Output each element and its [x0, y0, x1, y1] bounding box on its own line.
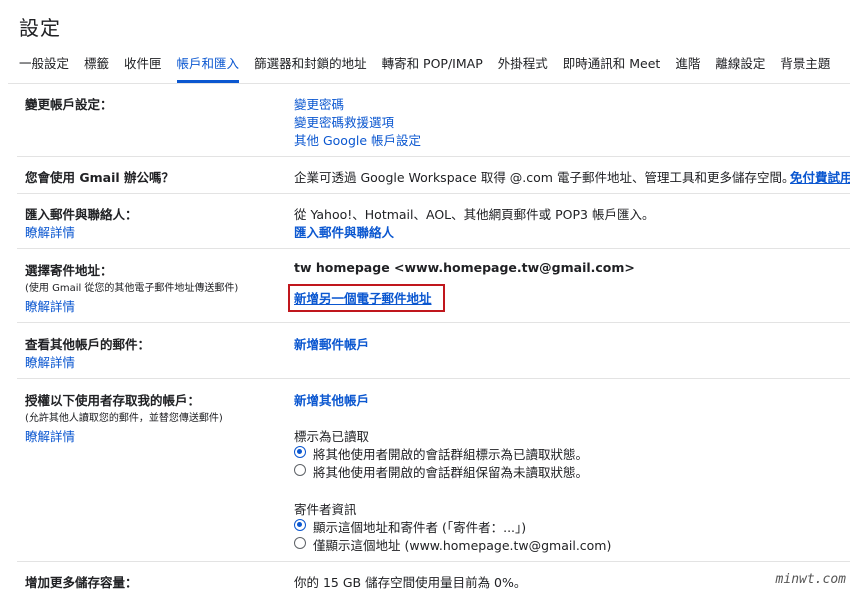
row-divider	[17, 156, 850, 157]
row-divider	[17, 378, 850, 379]
mark-read-option-1: 將其他使用者開啟的會話群組標示為已讀取狀態。	[313, 447, 589, 462]
check-mail-learn-more-link[interactable]: 瞭解詳情	[25, 352, 75, 371]
mark-read-radio-2[interactable]	[294, 464, 306, 476]
add-mail-account-link[interactable]: 新增郵件帳戶	[294, 334, 369, 353]
import-mail-contacts-link[interactable]: 匯入郵件與聯絡人	[294, 222, 394, 241]
page-title: 設定	[19, 16, 61, 40]
tab-inbox[interactable]: 收件匣	[124, 53, 162, 83]
change-account-label: 變更帳戶設定：	[25, 97, 113, 112]
grant-access-sublabel: (允許其他人讀取您的郵件，並替您傳送郵件)	[25, 413, 223, 424]
mark-read-title: 標示為已讀取	[294, 429, 370, 444]
check-mail-label: 查看其他帳戶的郵件：	[25, 337, 151, 352]
import-text: 從 Yahoo!、Hotmail、AOL、其他網頁郵件或 POP3 帳戶匯入。	[294, 207, 655, 222]
send-as-label: 選擇寄件地址：	[25, 263, 113, 278]
tab-filters[interactable]: 篩選器和封鎖的地址	[254, 53, 367, 83]
tab-general[interactable]: 一般設定	[19, 53, 69, 83]
workspace-text: 企業可透過 Google Workspace 取得 @.com 電子郵件地址、管…	[294, 170, 795, 185]
watermark: minwt.com	[775, 572, 846, 587]
sender-info-radio-1[interactable]	[294, 519, 306, 531]
send-as-learn-more-link[interactable]: 瞭解詳情	[25, 296, 75, 315]
send-as-sublabel: (使用 Gmail 從您的其他電子郵件地址傳送郵件)	[25, 283, 239, 294]
tab-chat-and-meet[interactable]: 即時通訊和 Meet	[563, 53, 661, 83]
grant-access-learn-more-link[interactable]: 瞭解詳情	[25, 426, 75, 445]
change-recovery-link[interactable]: 變更密碼救援選項	[294, 112, 394, 131]
google-account-settings-link[interactable]: 其他 Google 帳戶設定	[294, 130, 421, 149]
grant-access-label: 授權以下使用者存取我的帳戶：	[25, 393, 201, 408]
change-password-link[interactable]: 變更密碼	[294, 94, 344, 113]
tab-labels[interactable]: 標籤	[84, 53, 109, 83]
add-another-account-link[interactable]: 新增其他帳戶	[294, 390, 369, 409]
tab-advanced[interactable]: 進階	[675, 53, 700, 83]
settings-tabs: 一般設定 標籤 收件匣 帳戶和匯入 篩選器和封鎖的地址 轉寄和 POP/IMAP…	[19, 53, 845, 83]
row-divider	[17, 322, 850, 323]
sender-info-radio-2[interactable]	[294, 537, 306, 549]
sender-info-option-2: 僅顯示這個地址 (www.homepage.tw@gmail.com)	[313, 538, 612, 553]
sender-info-title: 寄件者資訊	[294, 502, 357, 517]
tabs-divider	[8, 83, 850, 84]
storage-label: 增加更多儲存容量：	[25, 575, 138, 590]
add-email-address-link[interactable]: 新增另一個電子郵件地址	[294, 288, 432, 307]
mark-read-radio-1[interactable]	[294, 446, 306, 458]
tab-forwarding-pop-imap[interactable]: 轉寄和 POP/IMAP	[382, 53, 483, 83]
import-learn-more-link[interactable]: 瞭解詳情	[25, 222, 75, 241]
send-as-address: tw homepage <www.homepage.tw@gmail.com>	[294, 260, 635, 275]
row-divider	[17, 248, 850, 249]
storage-text: 你的 15 GB 儲存空間使用量目前為 0%。	[294, 575, 527, 590]
mark-read-option-2: 將其他使用者開啟的會話群組保留為未讀取狀態。	[313, 465, 589, 480]
sender-info-option-1: 顯示這個地址和寄件者 (「寄件者：...」)	[313, 520, 527, 535]
tab-add-ons[interactable]: 外掛程式	[498, 53, 548, 83]
row-divider	[17, 193, 850, 194]
free-trial-link[interactable]: 免付費試用	[790, 167, 850, 186]
settings-page: 設定 一般設定 標籤 收件匣 帳戶和匯入 篩選器和封鎖的地址 轉寄和 POP/I…	[8, 0, 850, 595]
tab-accounts-and-import[interactable]: 帳戶和匯入	[176, 53, 240, 83]
tab-offline[interactable]: 離線設定	[715, 53, 765, 83]
row-divider	[17, 561, 850, 562]
import-label: 匯入郵件與聯絡人：	[25, 207, 138, 222]
tab-themes[interactable]: 背景主題	[780, 53, 830, 83]
workspace-label: 您會使用 Gmail 辦公嗎？	[25, 170, 174, 185]
